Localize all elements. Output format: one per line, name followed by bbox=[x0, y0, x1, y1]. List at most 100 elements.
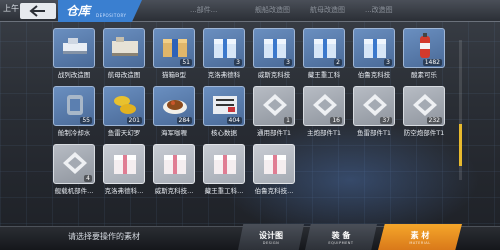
scrollbar-thumb[interactable] bbox=[459, 124, 462, 166]
part-plate-icon bbox=[63, 152, 87, 174]
item-label: 通用部件T1 bbox=[256, 129, 292, 137]
item-tile[interactable]: 404 bbox=[203, 86, 245, 126]
inventory-item[interactable]: 16 主炮部件T1 bbox=[303, 86, 345, 137]
page-title: 仓库 bbox=[66, 4, 91, 18]
item-count: 201 bbox=[126, 117, 142, 124]
faded-label: 航母改造图 bbox=[310, 6, 345, 14]
item-tile[interactable]: 3 bbox=[253, 28, 295, 68]
inventory-item[interactable]: 2 藏王重工科 bbox=[303, 28, 345, 79]
item-tile[interactable] bbox=[103, 144, 145, 184]
item-tile[interactable] bbox=[203, 144, 245, 184]
part-plate-icon bbox=[363, 94, 387, 116]
item-label: 猫箱B型 bbox=[162, 71, 186, 79]
inventory-item[interactable]: 3 威斯克科技 bbox=[253, 28, 295, 79]
inventory-item[interactable]: 55 舱制冷却水 bbox=[53, 86, 95, 137]
inventory-item[interactable]: 284 海军咖喱 bbox=[153, 86, 195, 137]
tab-design-sub: DESIGN bbox=[262, 240, 280, 245]
inventory-item[interactable]: 4 舰载机部件... bbox=[53, 144, 95, 195]
pink-box-icon bbox=[264, 155, 286, 174]
item-label: 主炮部件T1 bbox=[306, 129, 342, 137]
time-text: 上午 bbox=[3, 4, 19, 13]
item-count: 37 bbox=[380, 117, 392, 124]
item-tile[interactable] bbox=[153, 144, 195, 184]
part-plate-icon bbox=[263, 94, 287, 116]
inventory-item[interactable]: 3 克洛弗德科 bbox=[203, 28, 245, 79]
item-label: 藏王重工科... bbox=[204, 187, 244, 195]
item-tile[interactable]: 55 bbox=[53, 86, 95, 126]
inventory-item[interactable]: 232 防空炮部件T1 bbox=[403, 86, 445, 137]
item-tile[interactable] bbox=[253, 144, 295, 184]
item-tile[interactable]: 1482 bbox=[403, 28, 445, 68]
pink-box-icon bbox=[214, 155, 236, 174]
item-tile[interactable]: 3 bbox=[353, 28, 395, 68]
cola-bottle-icon bbox=[420, 33, 430, 58]
inventory-item[interactable]: 51 猫箱B型 bbox=[153, 28, 195, 79]
item-label: 核心数据 bbox=[211, 129, 237, 137]
gift-box-icon bbox=[364, 39, 386, 58]
item-label: 鱼雷部件T1 bbox=[356, 129, 392, 137]
battleship-blueprint-icon bbox=[63, 38, 87, 54]
item-tile[interactable]: 3 bbox=[203, 28, 245, 68]
back-button[interactable] bbox=[20, 3, 56, 19]
inventory-item[interactable]: 威斯克科技... bbox=[153, 144, 195, 195]
item-tile[interactable]: 37 bbox=[353, 86, 395, 126]
tab-design-label: 设计图 bbox=[259, 230, 283, 240]
data-core-icon bbox=[213, 96, 237, 114]
item-label: 防空炮部件T1 bbox=[403, 129, 445, 137]
gift-box-icon bbox=[264, 39, 286, 58]
page-subtitle: DEPOSITORY bbox=[96, 13, 127, 18]
inventory-item[interactable]: 201 鱼雷天幻罗 bbox=[103, 86, 145, 137]
item-label: 鱼雷天幻罗 bbox=[107, 129, 141, 137]
inventory-item[interactable]: 航母改造图 bbox=[103, 28, 145, 79]
item-label: 战列改造图 bbox=[57, 71, 91, 79]
inventory-item[interactable]: 404 核心数据 bbox=[203, 86, 245, 137]
part-plate-icon bbox=[413, 94, 437, 116]
item-tile[interactable] bbox=[103, 28, 145, 68]
tab-equipment[interactable]: 装 备 EQUIPMENT bbox=[305, 224, 377, 250]
gift-box-icon bbox=[314, 39, 336, 58]
item-label: 威斯克科技... bbox=[154, 187, 194, 195]
item-tile[interactable]: 51 bbox=[153, 28, 195, 68]
coolant-icon bbox=[67, 95, 83, 115]
selection-hint: 请选择要操作的素材 bbox=[68, 232, 140, 241]
faded-label: ...部件... bbox=[190, 6, 218, 14]
item-count: 232 bbox=[426, 117, 442, 124]
inventory-item[interactable]: 藏王重工科... bbox=[203, 144, 245, 195]
tab-material-label: 素 材 bbox=[410, 230, 430, 240]
item-label: 航母改造图 bbox=[107, 71, 141, 79]
item-label: 威斯克科技 bbox=[257, 71, 291, 79]
item-count: 55 bbox=[80, 117, 92, 124]
item-tile[interactable]: 284 bbox=[153, 86, 195, 126]
item-count: 1482 bbox=[422, 59, 442, 66]
tab-design[interactable]: 设计图 DESIGN bbox=[238, 224, 304, 250]
item-tile[interactable]: 16 bbox=[303, 86, 345, 126]
inventory-item[interactable]: 战列改造图 bbox=[53, 28, 95, 79]
inventory-item[interactable]: 3 伯鲁克科技 bbox=[353, 28, 395, 79]
pink-box-icon bbox=[164, 155, 186, 174]
item-label: 舰载机部件... bbox=[54, 187, 94, 195]
item-label: 克洛弗德科... bbox=[104, 187, 144, 195]
inventory-item[interactable]: 37 鱼雷部件T1 bbox=[353, 86, 395, 137]
back-arrow-icon bbox=[29, 5, 45, 17]
inventory-item[interactable]: 1 通用部件T1 bbox=[253, 86, 295, 137]
item-tile[interactable] bbox=[53, 28, 95, 68]
torpedo-icon bbox=[114, 96, 136, 114]
item-count: 404 bbox=[226, 117, 242, 124]
item-tile[interactable]: 232 bbox=[403, 86, 445, 126]
cat-box-icon bbox=[163, 39, 187, 57]
item-count: 2 bbox=[334, 59, 342, 66]
item-count: 3 bbox=[284, 59, 292, 66]
inventory-item[interactable]: 伯鲁克科技... bbox=[253, 144, 295, 195]
inventory-item[interactable]: 1482 酸素可乐 bbox=[403, 28, 445, 79]
item-tile[interactable]: 4 bbox=[53, 144, 95, 184]
item-label: 藏王重工科 bbox=[307, 71, 341, 79]
curry-icon bbox=[163, 100, 187, 114]
inventory-item[interactable]: 克洛弗德科... bbox=[103, 144, 145, 195]
item-tile[interactable]: 2 bbox=[303, 28, 345, 68]
tab-material[interactable]: 素 材 MATERIAL bbox=[378, 224, 462, 250]
item-count: 3 bbox=[234, 59, 242, 66]
item-tile[interactable]: 201 bbox=[103, 86, 145, 126]
item-tile[interactable]: 1 bbox=[253, 86, 295, 126]
item-label: 克洛弗德科 bbox=[207, 71, 241, 79]
item-label: 舱制冷却水 bbox=[57, 129, 91, 137]
